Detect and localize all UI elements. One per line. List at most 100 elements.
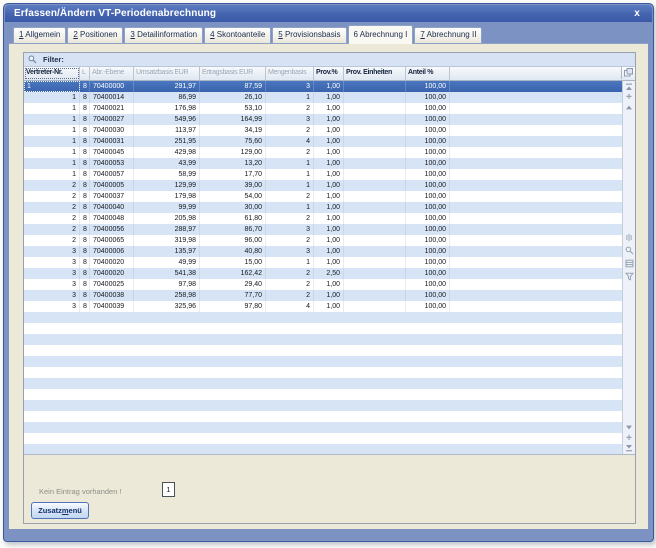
column-header-ertragsbasis[interactable]: Ertragsbasis EUR bbox=[200, 67, 266, 80]
grid-cell-mengenbasis: 3 bbox=[266, 81, 314, 92]
grid-cell-ertragsbasis: 75,60 bbox=[200, 136, 266, 147]
grid-cell-prov-einheiten bbox=[344, 268, 406, 279]
grid-cell-vertreter-nr: 1 bbox=[24, 81, 80, 92]
dialog-window: Erfassen/Ändern VT-Periodenabrechnung x … bbox=[3, 3, 654, 542]
grid-cell-prov-pct: 1,00 bbox=[314, 81, 344, 92]
table-row[interactable]: 2870400065319,9896,0021,00100,00 bbox=[24, 235, 623, 246]
grid-cell-ertragsbasis: 53,10 bbox=[200, 103, 266, 114]
tab-7-abrechnung-ii[interactable]: 7 Abrechnung II bbox=[414, 27, 482, 43]
grid-cell-l: 8 bbox=[80, 268, 90, 279]
grid-cell-prov-pct: 2,50 bbox=[314, 268, 344, 279]
column-header-prov-einheiten[interactable]: Prov. Einheiten bbox=[344, 67, 406, 80]
table-row[interactable]: 2870400048205,9861,8021,00100,00 bbox=[24, 213, 623, 224]
grid-cell-prov-einheiten bbox=[344, 103, 406, 114]
zusatzmenu-button[interactable]: Zusatzmenü bbox=[31, 502, 89, 519]
table-row[interactable]: 387040002049,9915,0011,00100,00 bbox=[24, 257, 623, 268]
tab-hotkey: 5 bbox=[278, 30, 282, 39]
table-row[interactable]: 287040004099,9930,0011,00100,00 bbox=[24, 202, 623, 213]
grid-cell-l: 8 bbox=[80, 224, 90, 235]
tab-hotkey: 7 bbox=[420, 30, 424, 39]
table-row[interactable]: 3870400039325,9697,8041,00100,00 bbox=[24, 301, 623, 312]
table-row[interactable]: 187040005758,9917,7011,00100,00 bbox=[24, 169, 623, 180]
scroll-to-bottom-button[interactable] bbox=[623, 443, 635, 453]
table-row[interactable]: 1870400045429,98129,0021,00100,00 bbox=[24, 147, 623, 158]
empty-row bbox=[24, 334, 623, 345]
grid-header: Vertreter-Nr.LAbr.-EbeneUmsatzbasis EURE… bbox=[24, 67, 635, 81]
column-header-prov-pct[interactable]: Prov.% bbox=[314, 67, 344, 80]
table-row[interactable]: 1870400031251,9575,6041,00100,00 bbox=[24, 136, 623, 147]
dialog-title: Erfassen/Ändern VT-Periodenabrechnung bbox=[14, 5, 216, 22]
grid-cell-abr-ebene: 70400038 bbox=[90, 290, 134, 301]
table-row[interactable]: 187040005343,9913,2011,00100,00 bbox=[24, 158, 623, 169]
content-panel: Filter: Vertreter-Nr.LAbr.-EbeneUmsatzba… bbox=[23, 52, 636, 524]
table-row[interactable]: 2870400056288,9786,7031,00100,00 bbox=[24, 224, 623, 235]
empty-row bbox=[24, 411, 623, 422]
grid-cell-vertreter-nr: 3 bbox=[24, 290, 80, 301]
grid-cell-l: 8 bbox=[80, 125, 90, 136]
empty-row bbox=[24, 323, 623, 334]
grid-cell-l: 8 bbox=[80, 279, 90, 290]
scrollbar-bottom-cluster bbox=[623, 423, 635, 453]
tab-6-abrechnung-i[interactable]: 6 Abrechnung I bbox=[348, 25, 414, 44]
scroll-up-button[interactable] bbox=[623, 102, 635, 112]
vertical-scrollbar[interactable] bbox=[622, 81, 635, 454]
grid-filter-button[interactable] bbox=[623, 270, 635, 283]
grid-cell-anteil-pct: 100,00 bbox=[406, 180, 450, 191]
grid-cell-ertragsbasis: 40,80 bbox=[200, 246, 266, 257]
tab-5-provisionsbasis[interactable]: 5 Provisionsbasis bbox=[272, 27, 346, 43]
table-row[interactable]: 1870400021176,9853,1021,00100,00 bbox=[24, 103, 623, 114]
table-row[interactable]: 1870400027549,96164,9931,00100,00 bbox=[24, 114, 623, 125]
grid-cell-prov-pct: 1,00 bbox=[314, 202, 344, 213]
search-icon bbox=[28, 55, 37, 64]
table-row[interactable]: 3870400006135,9740,8031,00100,00 bbox=[24, 246, 623, 257]
empty-row bbox=[24, 356, 623, 367]
grid-cell-mengenbasis: 2 bbox=[266, 103, 314, 114]
column-header-abr-ebene[interactable]: Abr.-Ebene bbox=[90, 67, 134, 80]
grid-cell-mengenbasis: 3 bbox=[266, 246, 314, 257]
grid-cell-anteil-pct: 100,00 bbox=[406, 268, 450, 279]
column-header-anteil-pct[interactable]: Anteil % bbox=[406, 67, 450, 80]
grid-cell-anteil-pct: 100,00 bbox=[406, 202, 450, 213]
grid-cell-anteil-pct: 100,00 bbox=[406, 136, 450, 147]
column-header-l[interactable]: L bbox=[80, 67, 90, 80]
client-area: Filter: Vertreter-Nr.LAbr.-EbeneUmsatzba… bbox=[9, 43, 648, 529]
filter-funnel-icon bbox=[625, 268, 634, 286]
grid-cell-l: 8 bbox=[80, 213, 90, 224]
grid-cell-prov-einheiten bbox=[344, 191, 406, 202]
table-row[interactable]: 2870400005129,9939,0011,00100,00 bbox=[24, 180, 623, 191]
table-row[interactable]: 1870400030113,9734,1921,00100,00 bbox=[24, 125, 623, 136]
tab-3-detailinformation[interactable]: 3 Detailinformation bbox=[124, 27, 203, 43]
table-row[interactable]: 1870400000291,9787,5931,00100,00 bbox=[24, 81, 623, 92]
grid-cell-prov-einheiten bbox=[344, 147, 406, 158]
tab-2-positionen[interactable]: 2 Positionen bbox=[67, 27, 123, 43]
grid-cell-l: 8 bbox=[80, 301, 90, 312]
grid-cell-prov-einheiten bbox=[344, 158, 406, 169]
grid-cell-anteil-pct: 100,00 bbox=[406, 103, 450, 114]
table-row[interactable]: 187040001486,9926,1011,00100,00 bbox=[24, 92, 623, 103]
grid-cell-prov-pct: 1,00 bbox=[314, 224, 344, 235]
column-header-vertreter-nr[interactable]: Vertreter-Nr. bbox=[24, 67, 80, 80]
filter-bar[interactable]: Filter: bbox=[24, 53, 635, 67]
empty-row bbox=[24, 312, 623, 323]
grid-cell-l: 8 bbox=[80, 180, 90, 191]
table-row[interactable]: 3870400038258,9877,7021,00100,00 bbox=[24, 290, 623, 301]
tab-4-skontoanteile[interactable]: 4 Skontoanteile bbox=[204, 27, 271, 43]
empty-row bbox=[24, 378, 623, 389]
grid-cell-anteil-pct: 100,00 bbox=[406, 213, 450, 224]
grid-cell-ertragsbasis: 96,00 bbox=[200, 235, 266, 246]
grid-cell-umsatzbasis: 319,98 bbox=[134, 235, 200, 246]
grid-cell-mengenbasis: 2 bbox=[266, 125, 314, 136]
column-header-mengenbasis[interactable]: Mengenbasis bbox=[266, 67, 314, 80]
table-row[interactable]: 2870400037179,9854,0021,00100,00 bbox=[24, 191, 623, 202]
tab-1-allgemein[interactable]: 1 Allgemein bbox=[13, 27, 66, 43]
tab-hotkey: 1 bbox=[19, 30, 23, 39]
table-row[interactable]: 387040002597,9829,4021,00100,00 bbox=[24, 279, 623, 290]
column-header-umsatzbasis[interactable]: Umsatzbasis EUR bbox=[134, 67, 200, 80]
grid-cell-abr-ebene: 70400000 bbox=[90, 81, 134, 92]
grid-cell-prov-einheiten bbox=[344, 114, 406, 125]
table-row[interactable]: 3870400020541,38162,4222,50100,00 bbox=[24, 268, 623, 279]
empty-row bbox=[24, 400, 623, 411]
grid-cell-prov-einheiten bbox=[344, 279, 406, 290]
grid-cell-anteil-pct: 100,00 bbox=[406, 114, 450, 125]
close-icon[interactable]: x bbox=[630, 6, 644, 21]
